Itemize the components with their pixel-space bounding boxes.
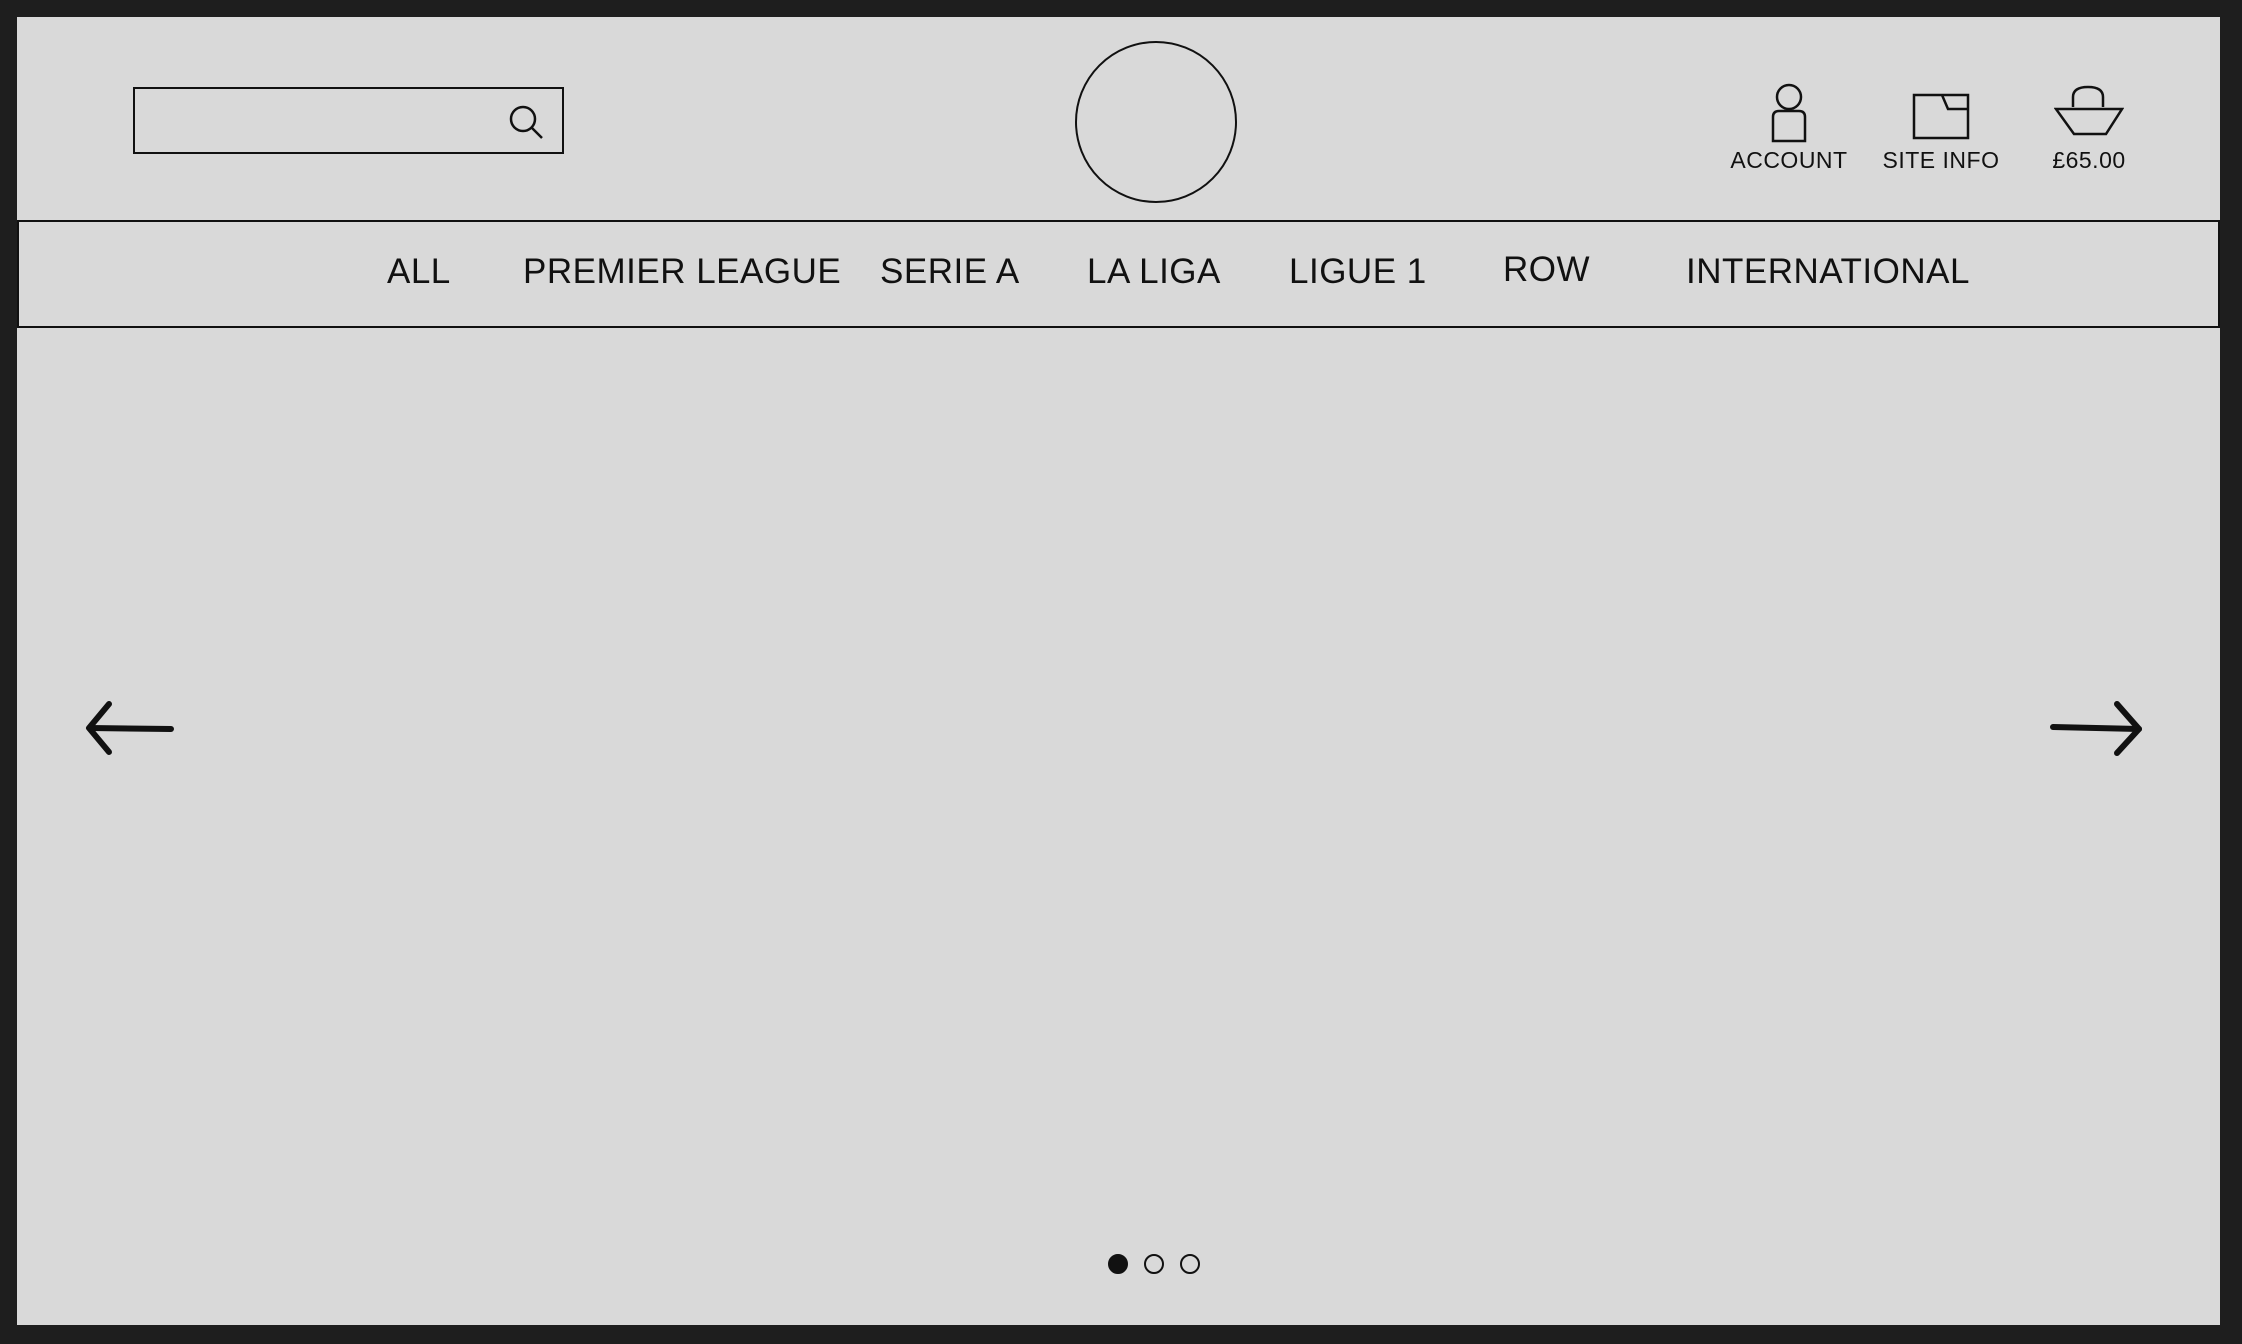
nav-item-row[interactable]: ROW <box>1503 250 1590 290</box>
arrow-right-icon[interactable] <box>2047 698 2147 762</box>
site-info-label: SITE INFO <box>1882 147 2000 173</box>
search-input[interactable] <box>135 89 495 152</box>
account-icon <box>1771 83 1807 143</box>
page-frame: ACCOUNT SITE INFO £65.00 ALL PREMIER LEA… <box>17 17 2220 1325</box>
carousel-pagination <box>1108 1254 1200 1274</box>
nav-item-premier-league[interactable]: PREMIER LEAGUE <box>523 252 841 292</box>
account-button[interactable]: ACCOUNT <box>1714 83 1864 203</box>
basket-icon <box>2054 85 2124 136</box>
carousel-dot[interactable] <box>1144 1254 1164 1274</box>
nav-item-ligue-1[interactable]: LIGUE 1 <box>1289 252 1427 292</box>
carousel-dot[interactable] <box>1108 1254 1128 1274</box>
hero-carousel <box>17 328 2220 1325</box>
site-info-icon <box>1912 93 1970 140</box>
league-nav: ALL PREMIER LEAGUE SERIE A LA LIGA LIGUE… <box>17 220 2220 328</box>
nav-item-international[interactable]: INTERNATIONAL <box>1686 252 1970 292</box>
basket-button[interactable]: £65.00 <box>2014 83 2164 203</box>
arrow-left-icon[interactable] <box>83 698 183 762</box>
carousel-dot[interactable] <box>1180 1254 1200 1274</box>
search-bar[interactable] <box>133 87 564 154</box>
nav-item-all[interactable]: ALL <box>387 252 451 292</box>
account-label: ACCOUNT <box>1730 147 1848 173</box>
nav-item-la-liga[interactable]: LA LIGA <box>1087 252 1221 292</box>
basket-total: £65.00 <box>2052 147 2126 173</box>
search-icon[interactable] <box>505 101 549 145</box>
site-info-button[interactable]: SITE INFO <box>1866 83 2016 203</box>
logo[interactable] <box>1075 41 1237 203</box>
nav-item-serie-a[interactable]: SERIE A <box>880 252 1020 292</box>
